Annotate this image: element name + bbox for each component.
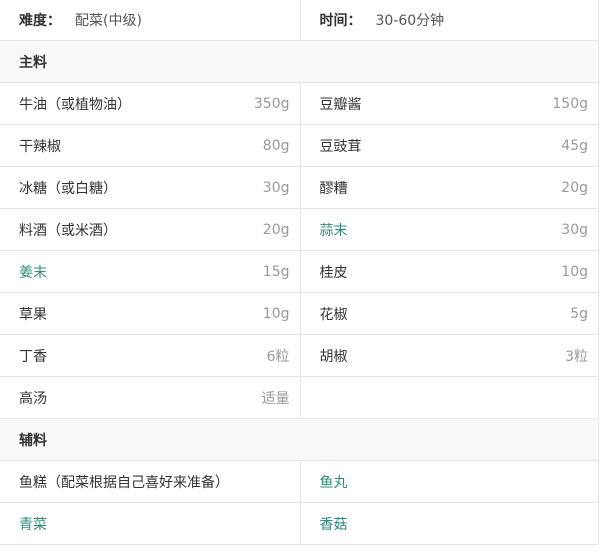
ingredient-name: 豆瓣酱 — [319, 96, 362, 113]
ingredient-amount: 15g — [262, 263, 290, 280]
ingredient-name: 鱼糕（配菜根据自己喜好来准备） — [19, 474, 229, 491]
time-value: 30-60分钟 — [375, 13, 445, 29]
ingredient-amount: 5g — [570, 305, 588, 322]
ingredient-cell: 草果 10g — [0, 293, 300, 334]
ingredient-cell: 姜末 15g — [0, 251, 300, 292]
main-section-title: 主料 — [19, 54, 47, 71]
side-section-header: 辅料 — [0, 419, 598, 461]
ingredient-amount: 20g — [561, 179, 588, 196]
ingredient-amount: 10g — [561, 263, 588, 280]
ingredient-name: 高汤 — [19, 390, 47, 407]
ingredient-link[interactable]: 蒜末 — [320, 220, 562, 240]
ingredient-amount: 45g — [561, 137, 588, 154]
ingredient-cell: 青菜 — [0, 503, 300, 544]
time-cell: 时间： 30-60分钟 — [299, 0, 599, 40]
ingredient-amount: 350g — [253, 95, 290, 112]
ingredient-cell: 鱼丸 — [299, 461, 599, 502]
ingredient-cell: 豆瓣酱 150g — [299, 83, 599, 124]
ingredient-name: 草果 — [19, 306, 47, 323]
recipe-ingredients-table: 难度： 配菜(中级) 时间： 30-60分钟 主料 牛油（或植物油） 350g … — [0, 0, 599, 545]
ingredient-cell: 干辣椒 80g — [0, 125, 300, 166]
ingredient-name: 胡椒 — [319, 348, 348, 365]
ingredient-amount: 30g — [262, 179, 290, 196]
ingredient-name: 丁香 — [19, 348, 47, 365]
side-section-title: 辅料 — [19, 432, 47, 449]
ingredient-row: 牛油（或植物油） 350g 豆瓣酱 150g — [0, 83, 598, 125]
ingredient-name: 干辣椒 — [19, 138, 61, 155]
ingredient-amount: 30g — [561, 221, 588, 238]
ingredient-name: 冰糖（或白糖） — [19, 180, 117, 197]
ingredient-row: 鱼糕（配菜根据自己喜好来准备） 鱼丸 — [0, 461, 598, 503]
empty-cell — [299, 377, 598, 418]
ingredient-cell: 牛油（或植物油） 350g — [0, 83, 300, 124]
ingredient-amount: 10g — [262, 305, 290, 322]
ingredient-cell: 高汤 适量 — [0, 377, 300, 418]
ingredient-name: 桂皮 — [319, 264, 348, 281]
ingredient-link[interactable]: 鱼丸 — [320, 472, 589, 492]
ingredient-link[interactable]: 姜末 — [19, 262, 263, 282]
ingredient-row: 草果 10g 花椒 5g — [0, 293, 598, 335]
ingredient-amount: 20g — [262, 221, 290, 238]
ingredient-link[interactable]: 青菜 — [19, 514, 290, 534]
ingredient-cell: 香菇 — [299, 503, 599, 544]
ingredient-cell: 桂皮 10g — [299, 251, 599, 292]
ingredient-cell: 鱼糕（配菜根据自己喜好来准备） — [0, 461, 300, 502]
ingredient-row: 姜末 15g 桂皮 10g — [0, 251, 598, 293]
ingredient-name: 料酒（或米酒） — [19, 222, 117, 239]
ingredient-cell: 蒜末 30g — [299, 209, 599, 250]
ingredient-name: 牛油（或植物油） — [19, 96, 131, 113]
ingredient-amount: 6粒 — [266, 348, 290, 365]
ingredient-cell: 醪糟 20g — [299, 167, 599, 208]
ingredient-amount: 150g — [552, 95, 588, 112]
ingredient-name: 花椒 — [319, 306, 348, 323]
ingredient-cell: 料酒（或米酒） 20g — [0, 209, 300, 250]
time-label: 时间： — [319, 13, 362, 29]
info-row: 难度： 配菜(中级) 时间： 30-60分钟 — [0, 0, 598, 41]
ingredient-name: 醪糟 — [319, 180, 348, 197]
ingredient-row: 干辣椒 80g 豆豉茸 45g — [0, 125, 598, 167]
ingredient-link[interactable]: 香菇 — [320, 514, 589, 534]
difficulty-value: 配菜(中级) — [75, 13, 142, 29]
ingredient-amount: 80g — [262, 137, 290, 154]
ingredient-cell: 冰糖（或白糖） 30g — [0, 167, 300, 208]
ingredient-row: 丁香 6粒 胡椒 3粒 — [0, 335, 598, 377]
ingredient-cell: 丁香 6粒 — [0, 335, 300, 376]
difficulty-label: 难度： — [19, 13, 61, 29]
ingredient-row: 青菜 香菇 — [0, 503, 598, 545]
ingredient-row: 料酒（或米酒） 20g 蒜末 30g — [0, 209, 598, 251]
difficulty-cell: 难度： 配菜(中级) — [0, 0, 300, 40]
ingredient-amount: 适量 — [261, 390, 290, 407]
ingredient-name: 豆豉茸 — [319, 138, 362, 155]
main-section-header: 主料 — [0, 41, 598, 83]
ingredient-cell: 花椒 5g — [299, 293, 599, 334]
ingredient-row: 冰糖（或白糖） 30g 醪糟 20g — [0, 167, 598, 209]
ingredient-amount: 3粒 — [565, 348, 588, 365]
ingredient-cell: 胡椒 3粒 — [299, 335, 599, 376]
ingredient-cell: 豆豉茸 45g — [299, 125, 599, 166]
ingredient-row: 高汤 适量 — [0, 377, 598, 419]
